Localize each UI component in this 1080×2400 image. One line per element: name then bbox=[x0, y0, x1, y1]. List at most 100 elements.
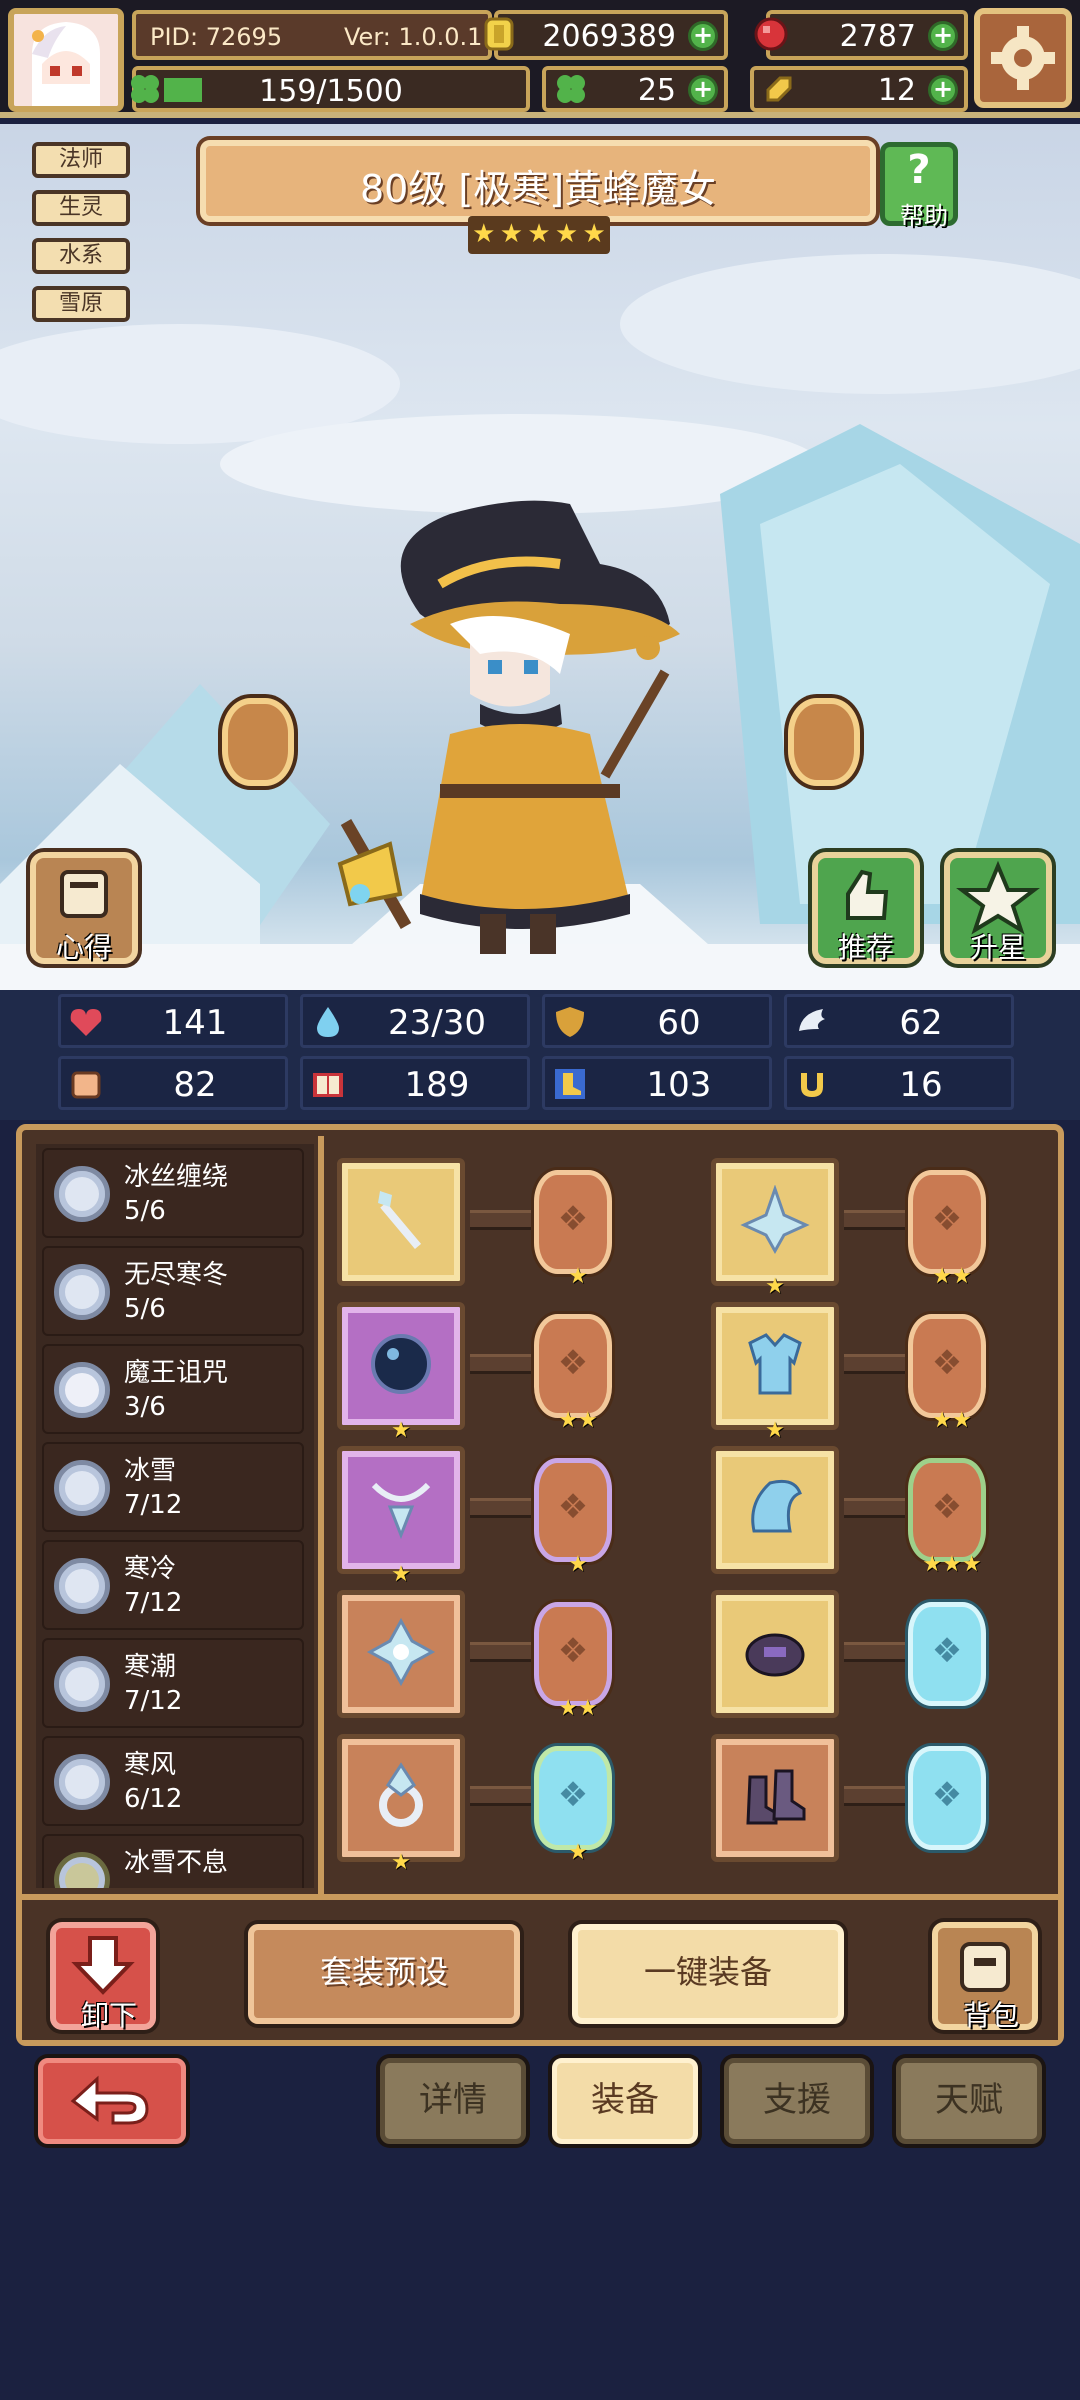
character-scene: 法师 生灵 水系 雪原 80级 [极寒]黄蜂魔女 ★ ★ ★ ★ ★ ? 帮助 bbox=[0, 124, 1080, 990]
stat-magic: 189 bbox=[300, 1056, 530, 1110]
clover-icon bbox=[557, 75, 585, 103]
ice-cape-icon bbox=[751, 1479, 802, 1533]
rune-slot-boots[interactable]: ❖ bbox=[908, 1746, 986, 1850]
spellbook-icon bbox=[313, 1073, 343, 1097]
rune-slot-orb[interactable]: ❖ ★★ bbox=[534, 1314, 612, 1433]
set-item[interactable]: 冰丝缠绕 5/6 bbox=[42, 1148, 304, 1238]
set-item[interactable]: 冰雪不息 bbox=[42, 1834, 304, 1888]
equip-slot-crystal[interactable] bbox=[337, 1590, 465, 1718]
equipment-action-bar: 卸下 套装预设 一键装备 背包 bbox=[22, 1894, 1058, 2040]
clover-counter: 25 + bbox=[542, 66, 728, 112]
outfit-preset-button[interactable]: 套装预设 bbox=[248, 1924, 520, 2024]
left-amulet-icon[interactable] bbox=[222, 698, 294, 786]
recommend-button[interactable]: 推荐 bbox=[812, 852, 920, 964]
set-count: 7/12 bbox=[124, 1490, 183, 1520]
back-button[interactable] bbox=[38, 2058, 186, 2144]
add-clover-button[interactable]: + bbox=[688, 75, 718, 105]
stat-speed-value: 62 bbox=[899, 1003, 943, 1043]
rune-slot-wand[interactable]: ❖ ★ bbox=[534, 1170, 612, 1289]
tab-details[interactable]: 详情 bbox=[380, 2058, 526, 2144]
equip-slot-armor[interactable]: ★ bbox=[711, 1302, 839, 1443]
set-name: 冰丝缠绕 bbox=[124, 1162, 229, 1192]
star-icon: ★ bbox=[582, 219, 606, 249]
set-name: 寒潮 bbox=[124, 1652, 177, 1682]
tab-support[interactable]: 支援 bbox=[724, 2058, 870, 2144]
help-label: 帮助 bbox=[900, 202, 948, 230]
stat-mp: 23/30 bbox=[300, 994, 530, 1048]
player-id: PID: 72695 bbox=[150, 23, 283, 51]
rune-slot-crystal[interactable]: ❖ ★★ bbox=[534, 1602, 612, 1721]
tab-equipment[interactable]: 装备 bbox=[552, 2058, 698, 2144]
add-gem-button[interactable]: + bbox=[928, 21, 958, 51]
add-gold-button[interactable]: + bbox=[688, 21, 718, 51]
set-count: 5/6 bbox=[124, 1196, 166, 1226]
add-ticket-button[interactable]: + bbox=[928, 75, 958, 105]
set-item[interactable]: 寒风 6/12 bbox=[42, 1736, 304, 1826]
set-emblem-icon bbox=[54, 1264, 110, 1320]
set-item[interactable]: 寒冷 7/12 bbox=[42, 1540, 304, 1630]
player-avatar[interactable] bbox=[8, 8, 124, 112]
set-emblem-icon bbox=[54, 1754, 110, 1810]
rune-slot-gauntlet[interactable]: ❖ bbox=[908, 1602, 986, 1706]
set-bonus-list[interactable]: 冰丝缠绕 5/6 无尽寒冬 5/6 魔王诅咒 3/6 冰雪 7/12 寒冷 7/… bbox=[36, 1144, 314, 1888]
equip-slot-cape[interactable] bbox=[711, 1446, 839, 1574]
rune-slot-armor[interactable]: ❖ ★★ bbox=[908, 1314, 986, 1433]
equip-slot-boots[interactable] bbox=[711, 1734, 839, 1862]
rune-glyph-icon: ❖ bbox=[557, 1487, 589, 1527]
set-emblem-icon bbox=[54, 1558, 110, 1614]
rune-slot-necklace[interactable]: ❖ ★ bbox=[534, 1458, 612, 1577]
auto-equip-button[interactable]: 一键装备 bbox=[572, 1924, 844, 2024]
horseshoe-icon bbox=[801, 1073, 823, 1097]
rune-glyph-icon: ❖ bbox=[931, 1343, 963, 1383]
star-up-label: 升星 bbox=[969, 931, 1026, 964]
help-button[interactable]: ? 帮助 bbox=[880, 142, 958, 230]
avatar-portrait-icon bbox=[14, 14, 118, 106]
set-item[interactable]: 魔王诅咒 3/6 bbox=[42, 1344, 304, 1434]
star-up-button[interactable]: 升星 bbox=[944, 852, 1052, 964]
rune-slot-cape[interactable]: ❖ ★★★ bbox=[908, 1458, 986, 1577]
unequip-button[interactable]: 卸下 bbox=[50, 1922, 156, 2032]
tab-talent[interactable]: 天赋 bbox=[896, 2058, 1042, 2144]
top-bar: PID: 72695 Ver: 1.0.0.1 2069389 + 2787 +… bbox=[0, 0, 1080, 118]
set-item[interactable]: 寒潮 7/12 bbox=[42, 1638, 304, 1728]
settings-button[interactable] bbox=[974, 8, 1072, 108]
rune-stars: ★ bbox=[568, 1552, 588, 1577]
rune-slot-crown[interactable]: ❖ ★★ bbox=[908, 1170, 986, 1289]
equip-slot-orb[interactable]: ★ bbox=[337, 1302, 465, 1443]
equip-slot-wand[interactable] bbox=[337, 1158, 465, 1286]
stat-agility-value: 103 bbox=[646, 1065, 712, 1105]
slot-stars: ★ bbox=[765, 1418, 785, 1443]
stat-agility: 103 bbox=[542, 1056, 772, 1110]
stat-defense-value: 60 bbox=[657, 1003, 701, 1043]
rune-stars: ★ bbox=[568, 1840, 588, 1865]
gear-icon bbox=[991, 26, 1055, 90]
equip-slot-crown[interactable]: ★ bbox=[711, 1158, 839, 1299]
recommend-label: 推荐 bbox=[837, 931, 894, 964]
ice-ring-icon bbox=[379, 1762, 423, 1827]
set-item[interactable]: 无尽寒冬 5/6 bbox=[42, 1246, 304, 1336]
set-count: 7/12 bbox=[124, 1588, 183, 1618]
gem-amount: 2787 bbox=[839, 19, 916, 54]
gold-amount: 2069389 bbox=[542, 19, 676, 54]
ticket-icon bbox=[766, 76, 792, 102]
rune-glyph-icon: ❖ bbox=[931, 1199, 963, 1239]
stat-mp-value: 23/30 bbox=[388, 1003, 486, 1043]
rune-stars: ★★ bbox=[932, 1408, 972, 1433]
notes-button[interactable]: 心得 bbox=[30, 852, 138, 964]
stat-luck-value: 16 bbox=[899, 1065, 943, 1105]
equip-slot-gauntlet[interactable] bbox=[711, 1590, 839, 1718]
set-item[interactable]: 冰雪 7/12 bbox=[42, 1442, 304, 1532]
rune-slot-ring[interactable]: ❖ ★ bbox=[534, 1746, 612, 1865]
rune-glyph-icon: ❖ bbox=[931, 1487, 963, 1527]
rune-glyph-icon: ❖ bbox=[931, 1775, 963, 1815]
set-name: 寒冷 bbox=[124, 1554, 177, 1584]
equip-slot-necklace[interactable]: ★ bbox=[337, 1446, 465, 1587]
exp-bar: 159/1500 bbox=[131, 66, 530, 112]
dark-orb-icon bbox=[371, 1334, 431, 1394]
water-drop-icon bbox=[317, 1007, 339, 1037]
right-amulet-icon[interactable] bbox=[788, 698, 860, 786]
backpack-button[interactable]: 背包 bbox=[932, 1922, 1038, 2032]
character-star-rating: ★ ★ ★ ★ ★ bbox=[468, 216, 610, 254]
equip-slot-ring[interactable]: ★ bbox=[337, 1734, 465, 1875]
moon-emblem-icon bbox=[54, 1362, 110, 1418]
